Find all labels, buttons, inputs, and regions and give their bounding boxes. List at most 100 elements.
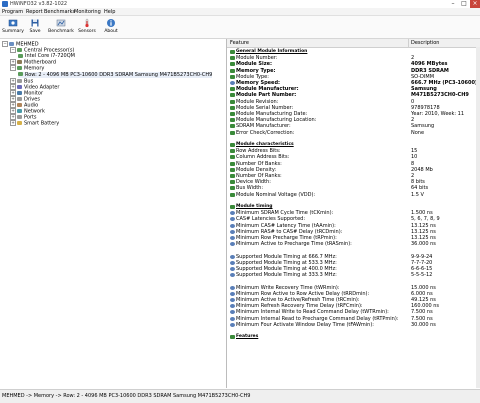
detail-row[interactable]: Minimum SDRAM Cycle Time (tCKmin): 1.500 …	[227, 210, 480, 216]
detail-row[interactable]: Module Manufacturing Location: 2	[227, 117, 480, 123]
close-icon[interactable]: ×	[470, 0, 480, 8]
memory-icon	[230, 124, 235, 129]
collapse-icon[interactable]: −	[10, 47, 16, 54]
tree-item[interactable]: − MEHMED	[2, 41, 39, 48]
tree-item[interactable]: + Motherboard	[10, 59, 56, 66]
sensors-button[interactable]: Sensors	[74, 18, 100, 37]
feature-value: 978978178	[411, 104, 440, 111]
detail-row[interactable]: Supported Module Timing at 400.0 MHz: 6-6…	[227, 266, 480, 272]
section-title: Module timing	[236, 204, 273, 209]
feature-value: 13.125 ns	[411, 228, 436, 235]
detail-row[interactable]: Memory Speed: 666.7 MHz (PC3-10600)	[227, 80, 480, 86]
detail-row[interactable]: Minimum Four Activate Window Delay Time …	[227, 322, 480, 328]
detail-row[interactable]: Module Nominal Voltage (VDD): 1.5 V	[227, 192, 480, 198]
detail-row[interactable]: Minimum Write Recovery Time (tWRmin): 15.…	[227, 285, 480, 291]
menu-monitoring[interactable]: Monitoring	[74, 9, 101, 15]
detail-scrollbar[interactable]	[476, 47, 480, 388]
memory-icon	[230, 167, 235, 172]
tree-item[interactable]: + Ports	[10, 114, 37, 121]
benchmark-button[interactable]: Benchmark	[48, 18, 74, 37]
detail-row[interactable]: Minimum Active to Precharge Time (tRASmi…	[227, 241, 480, 247]
menu-benchmarks[interactable]: Benchmarks	[44, 9, 75, 15]
detail-row[interactable]: Module Size: 4096 MBytes	[227, 61, 480, 67]
expand-icon[interactable]: +	[10, 77, 16, 84]
tree-item[interactable]: + Audio	[10, 102, 38, 109]
detail-row[interactable]: Number Of Banks: 8	[227, 161, 480, 167]
clock-icon	[230, 298, 235, 302]
detail-row[interactable]: Module Revision: 0	[227, 99, 480, 105]
maximize-icon[interactable]: □	[459, 0, 469, 8]
expand-icon[interactable]: +	[10, 59, 16, 66]
column-feature[interactable]: Feature	[230, 40, 249, 46]
detail-row[interactable]: Minimum Refresh Recovery Time Delay (tRF…	[227, 303, 480, 309]
detail-row[interactable]: SDRAM Manufacturer: Samsung	[227, 123, 480, 129]
detail-row[interactable]: Module Number: 2	[227, 55, 480, 61]
detail-row[interactable]: Supported Module Timing at 533.3 MHz: 7-7…	[227, 260, 480, 266]
feature-value: 8 bits	[411, 179, 425, 186]
tree-item[interactable]: + Video Adapter	[10, 83, 59, 90]
expand-icon[interactable]: +	[10, 83, 16, 90]
detail-row[interactable]: Memory Type: DDR3 SDRAM	[227, 68, 480, 74]
detail-row[interactable]: Minimum Internal Write to Read Command D…	[227, 309, 480, 315]
about-button[interactable]: About	[98, 18, 124, 37]
detail-row[interactable]: Minimum RAS# to CAS# Delay (tRCDmin): 13.…	[227, 229, 480, 235]
tree-item[interactable]: + Network	[10, 108, 45, 115]
expand-icon[interactable]: +	[10, 108, 16, 115]
column-separator[interactable]	[408, 39, 409, 47]
collapse-icon[interactable]: −	[10, 65, 16, 72]
expand-icon[interactable]: +	[10, 89, 16, 96]
minimize-icon[interactable]: –	[448, 0, 458, 8]
detail-row[interactable]: Module Serial Number: 978978178	[227, 105, 480, 111]
detail-row[interactable]: Device Width: 8 bits	[227, 179, 480, 185]
column-description[interactable]: Description	[411, 40, 439, 46]
feature-value: 15	[411, 148, 418, 155]
menu-report[interactable]: Report	[26, 9, 43, 15]
tree-item[interactable]: + Bus	[10, 77, 33, 84]
detail-row[interactable]: Number Of Ranks: 2	[227, 173, 480, 179]
menu-help[interactable]: Help	[104, 9, 115, 15]
device-tree[interactable]: − MEHMED − Central Processor(s) Intel Core i…	[0, 39, 227, 388]
detail-row[interactable]: CAS# Latencies Supported: 5, 6, 7, 8, 9	[227, 216, 480, 222]
menu-program[interactable]: Program	[2, 9, 23, 15]
device-icon	[17, 109, 22, 114]
detail-row[interactable]: Module Density: 2048 Mb	[227, 167, 480, 173]
tree-item[interactable]: − Memory	[10, 65, 44, 72]
clock-icon	[230, 217, 235, 222]
feature-name: Memory Speed:	[236, 80, 281, 86]
detail-row[interactable]: Minimum Row Precharge Time (tRPmin): 13.1…	[227, 235, 480, 241]
feature-name: Minimum Internal Write to Read Command D…	[236, 309, 389, 316]
detail-row[interactable]: Supported Module Timing at 333.3 MHz: 5-5…	[227, 272, 480, 278]
tree-item[interactable]: Intel Core i7-720QM	[18, 53, 75, 59]
detail-row[interactable]: Module Type: SO-DIMM	[227, 74, 480, 80]
detail-row[interactable]: Bus Width: 64 bits	[227, 185, 480, 191]
detail-row[interactable]: Module Part Number: M471B5273CH0-CH9	[227, 92, 480, 98]
detail-row[interactable]: Minimum Internal Read to Precharge Comma…	[227, 316, 480, 322]
clock-icon	[230, 285, 235, 290]
expand-icon[interactable]: +	[10, 102, 16, 108]
detail-row[interactable]: Module Manufacturing Date: Year: 2010, We…	[227, 111, 480, 117]
tree-item[interactable]: − Central Processor(s)	[10, 47, 74, 54]
detail-row[interactable]: Error Check/Correction: None	[227, 130, 480, 136]
tree-item[interactable]: + Drives	[10, 95, 40, 102]
detail-row[interactable]: Supported Module Timing at 666.7 MHz: 9-9…	[227, 254, 480, 260]
detail-row[interactable]: Row Address Bits: 15	[227, 148, 480, 154]
memory-icon	[230, 93, 235, 98]
save-button[interactable]: Save	[22, 18, 48, 37]
detail-row[interactable]: Minimum Row Active to Row Active Delay (…	[227, 291, 480, 297]
detail-row[interactable]: Minimum Active to Active/Refresh Time (t…	[227, 297, 480, 303]
feature-value: 10	[411, 154, 418, 161]
detail-row[interactable]: Module Manufacturer: Samsung	[227, 86, 480, 92]
expand-icon[interactable]: +	[10, 120, 16, 127]
section-icon	[230, 205, 235, 209]
tree-item[interactable]: + Monitor	[10, 89, 43, 96]
feature-name: Number Of Banks:	[236, 160, 282, 167]
memory-icon	[230, 56, 235, 61]
detail-row[interactable]: Minimum CAS# Latency Time (tAAmin): 13.12…	[227, 223, 480, 229]
tree-item[interactable]: Row: 2 - 4096 MB PC3-10600 DDR3 SDRAM Sa…	[18, 71, 213, 78]
collapse-icon[interactable]: −	[2, 41, 8, 47]
expand-icon[interactable]: +	[10, 95, 16, 102]
feature-value: DDR3 SDRAM	[411, 67, 449, 74]
expand-icon[interactable]: +	[10, 114, 16, 121]
tree-item[interactable]: + Smart Battery	[10, 120, 59, 127]
detail-row[interactable]: Column Address Bits: 10	[227, 154, 480, 160]
